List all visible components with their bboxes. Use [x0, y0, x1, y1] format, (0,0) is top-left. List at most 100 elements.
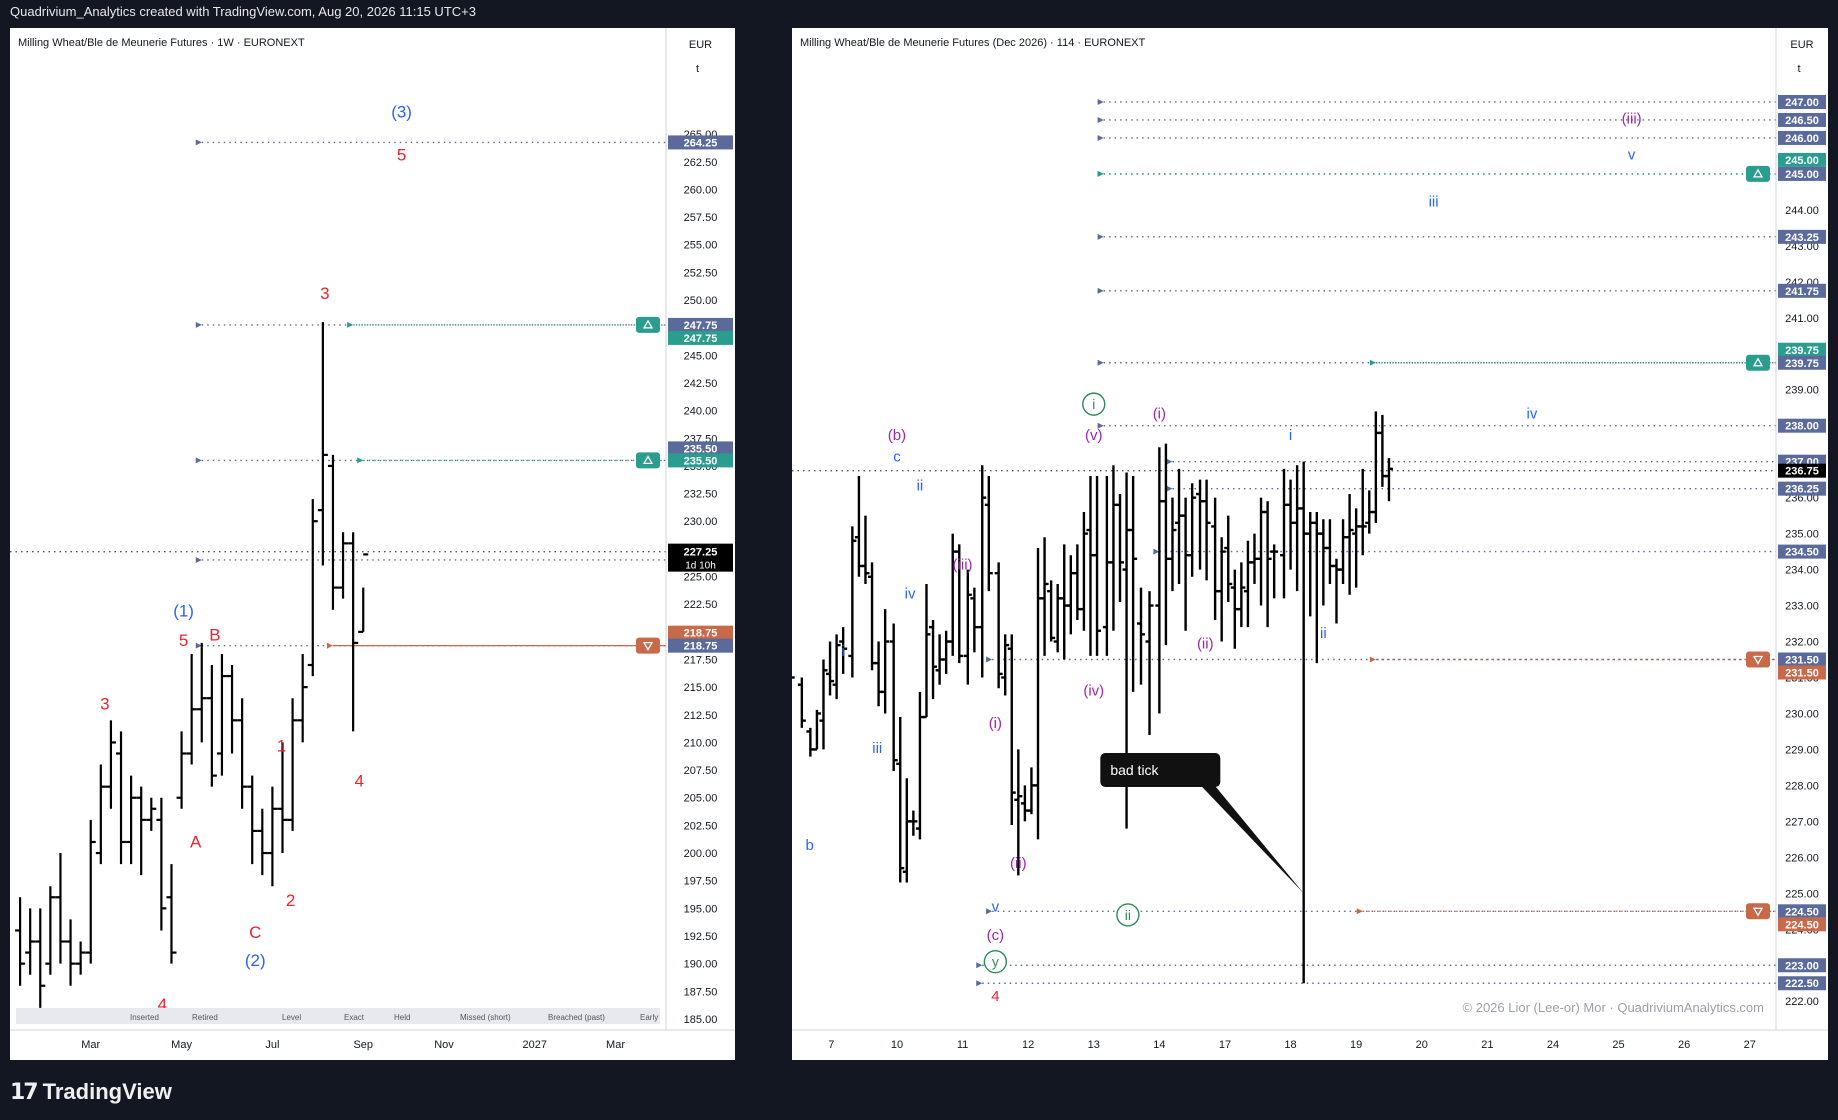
weekly-legend-item: Missed (short): [460, 1013, 511, 1022]
weekly-chart-panel[interactable]: (3)53(1)5B314A2C(2)42InsertedRetiredLeve…: [10, 28, 735, 1060]
weekly-legend-item: Exact: [344, 1013, 365, 1022]
intraday-y-tick-label: 244.00: [1785, 205, 1819, 217]
intraday-price-tag-label: 245.00: [1785, 169, 1819, 181]
intraday-x-tick-label: 7: [828, 1039, 834, 1051]
intraday-chart-panel[interactable]: (iii) v iii iv i (i) (v) (b) c ii (iii) iv i ii (ii) (i…: [792, 28, 1828, 1060]
weekly-y-tick-label: 205.00: [684, 793, 718, 805]
intraday-time-axis-background: [792, 1030, 1828, 1060]
intraday-x-tick-label: 13: [1088, 1039, 1100, 1051]
intraday-x-tick-label: 27: [1744, 1039, 1756, 1051]
weekly-price-tag-label: 264.25: [684, 137, 718, 149]
intraday-level-badge[interactable]: [1746, 903, 1770, 920]
weekly-y-tick-label: 225.00: [684, 572, 718, 584]
intraday-wave-label: iv: [905, 585, 916, 602]
intraday-level-badge[interactable]: [1746, 651, 1770, 668]
intraday-y-tick-label: 239.00: [1785, 385, 1819, 397]
intraday-ohlc-chart[interactable]: (iii)viiiivi(i)(v)(b)cii(iii)iviii(ii)(i…: [792, 28, 1828, 1060]
intraday-price-tag-label: 222.50: [1785, 978, 1819, 990]
weekly-wave-label: C: [249, 923, 261, 942]
intraday-wave-label: ii: [917, 477, 924, 494]
weekly-legend-item: Breached (past): [548, 1013, 605, 1022]
intraday-wave-label: (iv): [1083, 682, 1104, 699]
intraday-x-tick-label: 21: [1481, 1039, 1493, 1051]
weekly-plot-background: [10, 28, 735, 1060]
weekly-wave-label: (2): [245, 951, 266, 970]
intraday-wave-label: i: [841, 643, 844, 660]
weekly-legend-item: Held: [394, 1013, 410, 1022]
weekly-chart-title: Milling Wheat/Ble de Meunerie Futures · …: [18, 37, 305, 49]
weekly-wave-label: 3: [100, 694, 109, 713]
weekly-ohlc-chart[interactable]: (3)53(1)5B314A2C(2)42InsertedRetiredLeve…: [10, 28, 735, 1060]
intraday-x-tick-label: 11: [957, 1039, 968, 1051]
intraday-price-tag-label: 224.50: [1785, 906, 1819, 918]
weekly-y-tick-label: 202.50: [684, 820, 718, 832]
weekly-wave-label: B: [209, 626, 220, 645]
weekly-y-tick-label: 207.50: [684, 765, 718, 777]
intraday-price-tag-label: 234.50: [1785, 547, 1819, 559]
intraday-price-tag-label: 245.00: [1785, 155, 1819, 167]
weekly-wave-label: 2: [286, 891, 295, 910]
weekly-level-badge[interactable]: [636, 637, 660, 654]
intraday-level-badge[interactable]: [1746, 354, 1770, 371]
weekly-price-tag-label: 247.75: [684, 320, 718, 332]
weekly-wave-label: 5: [179, 631, 188, 650]
intraday-x-tick-label: 10: [891, 1039, 903, 1051]
intraday-price-tag-label: 224.50: [1785, 919, 1819, 931]
intraday-wave-label: (b): [888, 427, 906, 444]
intraday-wave-label: b: [806, 837, 814, 854]
intraday-wave-label: ii: [1320, 625, 1327, 642]
weekly-legend-item: Level: [282, 1013, 301, 1022]
intraday-wave-label: (v): [1085, 427, 1103, 444]
intraday-x-tick-label: 25: [1612, 1039, 1624, 1051]
intraday-wave-label: iii: [1429, 193, 1439, 210]
intraday-wave-label: 4: [991, 988, 999, 1005]
weekly-y-tick-label: 190.00: [684, 959, 718, 971]
weekly-wave-label: 4: [354, 772, 363, 791]
intraday-y-tick-label: 228.00: [1785, 780, 1819, 792]
intraday-price-tag-label: 243.25: [1785, 232, 1819, 244]
weekly-y-tick-label: 197.50: [684, 876, 718, 888]
intraday-y-tick-label: 232.00: [1785, 637, 1819, 649]
intraday-wave-label: (iii): [1622, 111, 1642, 128]
weekly-unit-label: t: [696, 63, 699, 75]
weekly-y-tick-label: 232.50: [684, 489, 718, 501]
intraday-price-tag-label: 231.50: [1785, 655, 1819, 667]
weekly-y-tick-label: 250.00: [684, 295, 718, 307]
weekly-level-badge[interactable]: [636, 452, 660, 469]
tradingview-logo-icon: 17: [10, 1079, 39, 1105]
intraday-level-badge[interactable]: [1746, 165, 1770, 182]
intraday-price-tag-label: 246.50: [1785, 115, 1819, 127]
weekly-wave-label: 3: [320, 284, 329, 303]
intraday-y-tick-label: 226.00: [1785, 852, 1819, 864]
intraday-y-tick-label: 241.00: [1785, 313, 1819, 325]
intraday-wave-label: (ii): [1197, 636, 1214, 653]
intraday-circled-wave-label: i: [1092, 396, 1095, 412]
weekly-x-tick-label: Sep: [353, 1039, 373, 1051]
weekly-price-tag-label: 235.50: [684, 455, 718, 467]
intraday-wave-label: (iii): [953, 557, 973, 574]
chart-header-caption: Quadrivium_Analytics created with Tradin…: [10, 4, 476, 19]
intraday-price-tag-label: 241.75: [1785, 286, 1819, 298]
intraday-wave-label: (i): [1153, 406, 1166, 423]
weekly-currency-label: EUR: [689, 39, 712, 51]
intraday-copyright-text: © 2026 Lior (Lee-or) Mor · QuadriviumAna…: [1463, 1000, 1764, 1015]
intraday-y-tick-label: 225.00: [1785, 888, 1819, 900]
intraday-price-tag-label: 223.00: [1785, 960, 1819, 972]
intraday-price-tag-label: 238.00: [1785, 421, 1819, 433]
weekly-level-badge[interactable]: [636, 316, 660, 333]
tradingview-brand: 17 TradingView: [10, 1078, 172, 1106]
weekly-wave-label: 1: [277, 736, 286, 755]
weekly-y-tick-label: 195.00: [684, 903, 718, 915]
intraday-circled-wave-label: ii: [1125, 907, 1131, 923]
intraday-price-tag-label: 239.75: [1785, 358, 1819, 370]
intraday-x-tick-label: 26: [1678, 1039, 1690, 1051]
weekly-y-tick-label: 245.00: [684, 350, 718, 362]
weekly-wave-label: (3): [391, 103, 412, 122]
weekly-last-price-label: 227.25: [684, 547, 718, 559]
intraday-wave-label: i: [1289, 427, 1292, 444]
intraday-y-tick-label: 233.00: [1785, 601, 1819, 613]
intraday-chart-title: Milling Wheat/Ble de Meunerie Futures (D…: [800, 37, 1145, 49]
weekly-wave-label: 5: [397, 146, 406, 165]
intraday-price-tag-label: 239.75: [1785, 345, 1819, 357]
weekly-price-tag-label: 218.75: [684, 628, 718, 640]
